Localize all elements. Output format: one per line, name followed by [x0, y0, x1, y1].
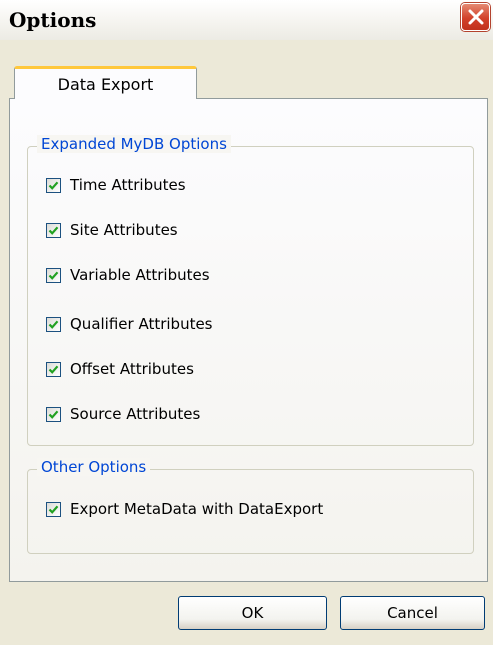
checkbox-box[interactable]	[46, 501, 61, 517]
checkmark-icon	[48, 226, 59, 235]
checkmark-icon	[48, 505, 59, 514]
window-title: Options	[9, 8, 97, 32]
checkmark-icon	[48, 271, 59, 280]
close-icon	[468, 9, 484, 25]
checkmark-icon	[48, 181, 59, 190]
group-legend: Other Options	[37, 458, 151, 476]
qualifier-attributes-checkbox[interactable]: Qualifier Attributes	[46, 315, 213, 333]
checkbox-label: Offset Attributes	[70, 360, 194, 378]
checkmark-icon	[48, 320, 59, 329]
checkmark-icon	[48, 365, 59, 374]
site-attributes-checkbox[interactable]: Site Attributes	[46, 221, 178, 239]
export-metadata-checkbox[interactable]: Export MetaData with DataExport	[46, 500, 323, 518]
cancel-button[interactable]: Cancel	[340, 596, 485, 630]
checkbox-label: Export MetaData with DataExport	[70, 500, 324, 518]
time-attributes-checkbox[interactable]: Time Attributes	[46, 176, 186, 194]
group-legend: Expanded MyDB Options	[37, 135, 231, 153]
checkbox-box[interactable]	[46, 406, 61, 422]
checkbox-box[interactable]	[46, 222, 61, 238]
options-dialog: Options Data Export Expanded MyDB Option…	[0, 0, 493, 645]
checkmark-icon	[48, 410, 59, 419]
close-button[interactable]	[461, 3, 490, 31]
tab-data-export[interactable]: Data Export	[14, 66, 197, 99]
checkbox-box[interactable]	[46, 267, 61, 283]
variable-attributes-checkbox[interactable]: Variable Attributes	[46, 266, 210, 284]
checkbox-box[interactable]	[46, 316, 61, 332]
tab-label: Data Export	[57, 75, 154, 94]
offset-attributes-checkbox[interactable]: Offset Attributes	[46, 360, 194, 378]
ok-button[interactable]: OK	[178, 596, 327, 630]
checkbox-box[interactable]	[46, 361, 61, 377]
checkbox-label: Source Attributes	[70, 405, 201, 423]
checkbox-label: Variable Attributes	[70, 266, 210, 284]
title-bar[interactable]: Options	[0, 0, 493, 40]
checkbox-label: Qualifier Attributes	[70, 315, 213, 333]
checkbox-label: Site Attributes	[70, 221, 178, 239]
checkbox-label: Time Attributes	[70, 176, 186, 194]
checkbox-box[interactable]	[46, 177, 61, 193]
source-attributes-checkbox[interactable]: Source Attributes	[46, 405, 200, 423]
